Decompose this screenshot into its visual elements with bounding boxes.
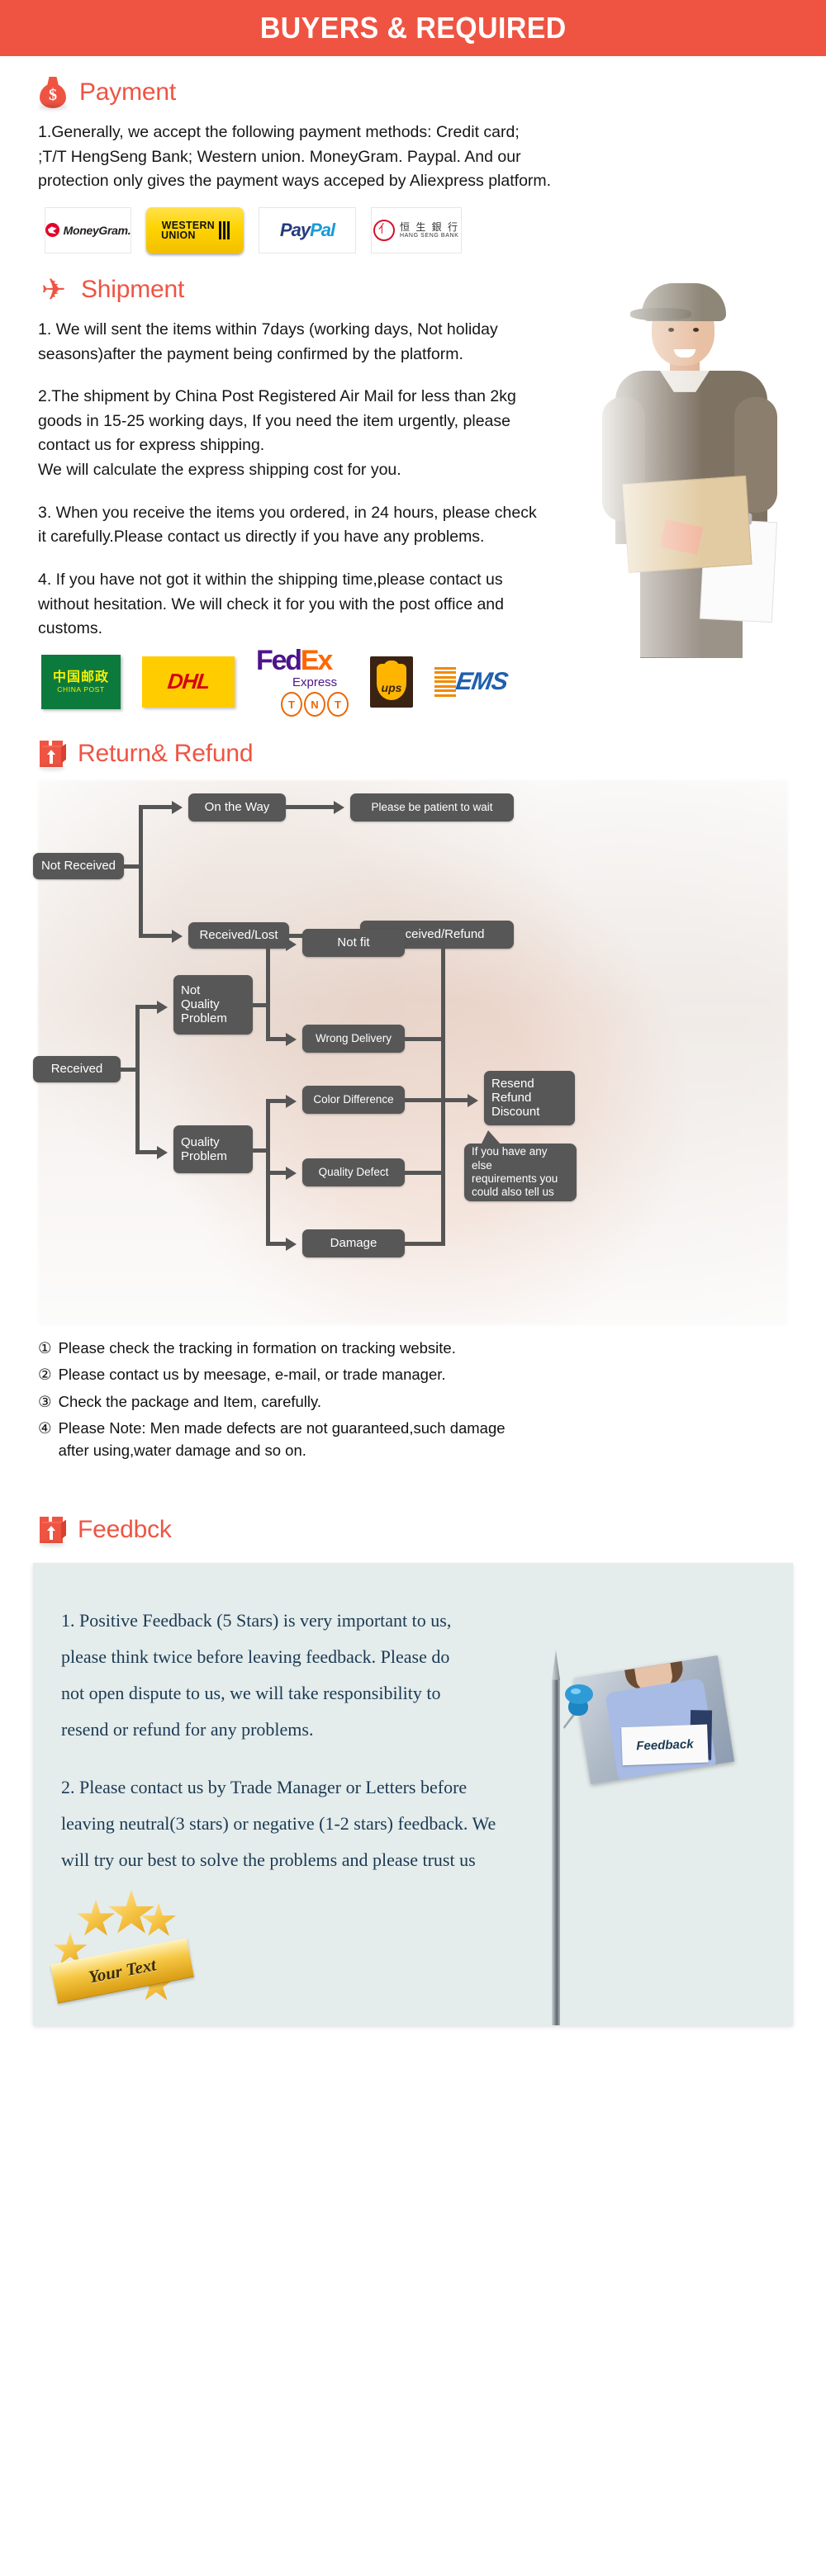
payment-logos: MoneyGram. WESTERN UNION Pay Pal 恒 生 銀 行… xyxy=(45,206,788,253)
airplane-icon: ✈ xyxy=(40,272,67,306)
returns-flow-diagram: Not Received On the Way Please be patien… xyxy=(0,779,826,1325)
fedex-part2: Ex xyxy=(300,645,333,677)
open-box-icon xyxy=(38,1515,66,1546)
ems-logo: EMS xyxy=(434,666,510,697)
stars-badge: Your Text xyxy=(48,1889,197,2014)
returns-note-item: ② Please contact us by meesage, e-mail, … xyxy=(38,1363,788,1385)
hang-seng-en: HANG SENG BANK xyxy=(399,232,459,239)
moneygram-label: MoneyGram. xyxy=(63,223,131,237)
flow-node-on-the-way: On the Way xyxy=(188,793,286,822)
feedback-photo: Feedback xyxy=(573,1655,735,1784)
returns-notes-list: ① Please check the tracking in formation… xyxy=(0,1337,826,1462)
western-union-logo: WESTERN UNION xyxy=(146,206,244,253)
feedback-panel: 1. Positive Feedback (5 Stars) is very i… xyxy=(33,1562,793,2025)
hang-seng-cn: 恒 生 銀 行 xyxy=(399,220,459,233)
feedback-sign-text: Feedback xyxy=(636,1736,694,1754)
tnt-letter-1: T xyxy=(281,692,302,717)
flow-node-not-received: Not Received xyxy=(33,852,124,879)
fedex-sub: Express xyxy=(292,675,338,690)
page-title: BUYERS & REQUIRED xyxy=(259,11,567,45)
returns-note-item: ③ Check the package and Item, carefully. xyxy=(38,1390,788,1413)
flow-node-wrong-delivery: Wrong Delivery xyxy=(302,1024,405,1053)
note-text: Please check the tracking in formation o… xyxy=(58,1338,456,1357)
feedback-sign: Feedback xyxy=(621,1724,709,1766)
payment-body: 1.Generally, we accept the following pay… xyxy=(38,123,552,191)
flow-node-please-wait: Please be patient to wait xyxy=(350,793,514,822)
moneygram-globe-icon xyxy=(45,223,59,238)
note-number: ④ xyxy=(38,1418,52,1437)
hang-seng-seal-icon xyxy=(373,219,395,241)
shipment-heading: Shipment xyxy=(81,275,185,303)
returns-note-item: ④ Please Note: Men made defects are not … xyxy=(38,1417,788,1462)
badge-ribbon-text: Your Text xyxy=(87,1953,158,1986)
carrier-logos: 中国邮政 CHINA POST DHL FedEx Express T N T xyxy=(41,646,788,717)
note-text: Please contact us by meesage, e-mail, or… xyxy=(58,1366,446,1384)
pushpin-icon xyxy=(560,1684,598,1731)
flow-node-extra-requirements: If you have any else requirements you co… xyxy=(464,1129,577,1201)
payment-heading-row: $ Payment xyxy=(38,76,788,110)
paypal-part1: Pay xyxy=(279,219,311,240)
fedex-part1: Fed xyxy=(256,645,302,677)
ems-label: EMS xyxy=(453,667,510,695)
returns-heading-row: Return& Refund xyxy=(38,739,788,770)
buyers-required-page: BUYERS & REQUIRED $ Payment 1.Generally,… xyxy=(0,0,826,2576)
note-text: Please Note: Men made defects are not gu… xyxy=(58,1418,506,1460)
note-number: ① xyxy=(38,1338,52,1357)
tnt-letter-2: N xyxy=(304,692,325,717)
returns-heading: Return& Refund xyxy=(78,739,254,767)
flow-node-quality-defect: Quality Defect xyxy=(302,1158,405,1186)
dhl-label: DHL xyxy=(166,669,211,694)
shipment-section: ✈ Shipment 1. We will sent the items wit… xyxy=(0,272,826,717)
returns-section: Return& Refund xyxy=(0,739,826,770)
flow-node-not-quality-problem: Not Quality Problem xyxy=(173,974,253,1035)
feedback-section: Feedbck xyxy=(0,1515,826,1546)
china-post-en: CHINA POST xyxy=(57,684,105,694)
flow-node-quality-problem: Quality Problem xyxy=(173,1125,253,1173)
money-bag-icon: $ xyxy=(38,76,68,110)
feedback-heading-row: Feedbck xyxy=(38,1515,788,1546)
feedback-para-2: 2. Please contact us by Trade Manager or… xyxy=(61,1776,496,1870)
open-box-icon xyxy=(38,739,66,770)
hang-seng-bank-logo: 恒 生 銀 行 HANG SENG BANK xyxy=(371,206,462,253)
shipment-heading-row: ✈ Shipment xyxy=(38,272,788,306)
flow-node-received: Received xyxy=(33,1055,121,1082)
ups-label: ups xyxy=(381,680,402,694)
shipment-para-3: 3. When you receive the items you ordere… xyxy=(38,503,537,547)
ups-logo: ups xyxy=(370,656,413,708)
note-text: Check the package and Item, carefully. xyxy=(58,1392,322,1410)
payment-heading: Payment xyxy=(79,78,176,106)
tnt-logo: T N T xyxy=(281,692,349,717)
pen-icon xyxy=(552,1678,560,2025)
flow-node-not-fit: Not fit xyxy=(302,928,405,957)
moneygram-logo: MoneyGram. xyxy=(45,206,131,253)
dhl-logo: DHL xyxy=(142,656,235,708)
feedback-heading: Feedbck xyxy=(78,1515,172,1543)
note-number: ② xyxy=(38,1366,52,1384)
western-union-line2: UNION xyxy=(161,228,196,241)
payment-section: $ Payment 1.Generally, we accept the fol… xyxy=(0,76,826,253)
shipment-para-4: 4. If you have not got it within the shi… xyxy=(38,570,504,638)
flow-node-color-difference: Color Difference xyxy=(302,1085,405,1114)
western-union-bars-icon xyxy=(218,220,230,239)
shipment-para-1: 1. We will sent the items within 7days (… xyxy=(38,320,498,363)
paypal-part2: Pal xyxy=(310,219,335,240)
flow-node-damage: Damage xyxy=(302,1229,405,1257)
fedex-logo: FedEx Express xyxy=(256,646,349,689)
note-number: ③ xyxy=(38,1392,52,1410)
shipment-para-2: 2.The shipment by China Post Registered … xyxy=(38,387,516,479)
china-post-logo: 中国邮政 CHINA POST xyxy=(41,654,121,709)
returns-note-item: ① Please check the tracking in formation… xyxy=(38,1337,788,1359)
china-post-cn: 中国邮政 xyxy=(52,670,109,684)
paypal-logo: Pay Pal xyxy=(259,206,356,253)
flow-node-resend-refund-discount: Resend Refund Discount xyxy=(484,1070,575,1125)
ems-chevron-icon xyxy=(434,666,456,697)
page-banner: BUYERS & REQUIRED xyxy=(0,0,826,56)
tnt-letter-3: T xyxy=(327,692,349,717)
